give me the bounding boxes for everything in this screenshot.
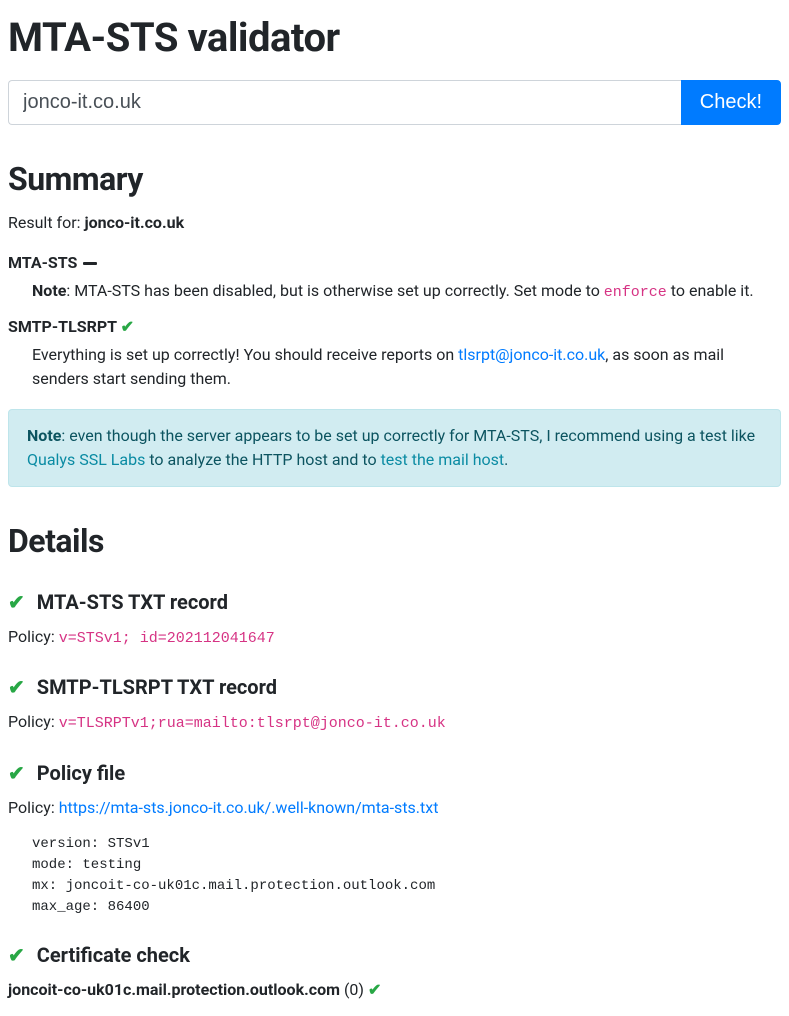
cert-host: joncoit-co-uk01c.mail.protection.outlook… [8, 980, 340, 999]
result-prefix: Result for: [8, 213, 84, 232]
test-mail-host-link[interactable]: test the mail host [381, 450, 505, 469]
details-heading: Details [8, 517, 781, 565]
qualys-link[interactable]: Qualys SSL Labs [27, 450, 145, 469]
detail-mtasts-txt-heading: ✔ MTA-STS TXT record [8, 587, 781, 617]
note-label: Note [32, 281, 66, 300]
policy-file-body: version: STSv1 mode: testing mx: joncoit… [32, 834, 781, 918]
check-button[interactable]: Check! [681, 80, 781, 125]
detail-tlsrpt-txt-title: SMTP-TLSRPT TXT record [37, 675, 277, 699]
summary-heading: Summary [8, 155, 781, 203]
tlsrpt-label-row: SMTP-TLSRPT ✔ [8, 315, 781, 339]
detail-cert-heading: ✔ Certificate check [8, 940, 781, 970]
mtasts-label-row: MTA-STS [8, 251, 781, 275]
policy-label: Policy: [8, 627, 59, 646]
alert-t3: . [504, 450, 508, 469]
detail-tlsrpt-txt-heading: ✔ SMTP-TLSRPT TXT record [8, 672, 781, 702]
result-domain: jonco-it.co.uk [84, 213, 184, 232]
check-icon: ✔ [368, 980, 381, 999]
detail-policy-file-title: Policy file [37, 761, 125, 785]
cert-host-line: joncoit-co-uk01c.mail.protection.outlook… [8, 978, 781, 1002]
policy-label: Policy: [8, 712, 59, 731]
tlsrpt-label: SMTP-TLSRPT [8, 317, 117, 336]
domain-input-group: Check! [8, 80, 781, 125]
check-icon: ✔ [8, 675, 25, 699]
page-title: MTA-STS validator [8, 8, 781, 68]
check-icon: ✔ [121, 317, 134, 336]
info-alert: Note: even though the server appears to … [8, 409, 781, 487]
tlsrpt-msg-before: Everything is set up correctly! You shou… [32, 345, 458, 364]
mtasts-note: Note: MTA-STS has been disabled, but is … [32, 279, 781, 305]
detail-policy-file-heading: ✔ Policy file [8, 758, 781, 788]
domain-input[interactable] [8, 80, 681, 125]
mtasts-txt-policy: Policy: v=STSv1; id=202112041647 [8, 625, 781, 651]
check-icon: ✔ [8, 761, 25, 785]
check-icon: ✔ [8, 590, 25, 614]
detail-cert-title: Certificate check [37, 943, 190, 967]
alert-t2: to analyze the HTTP host and to [145, 450, 380, 469]
check-icon: ✔ [8, 943, 25, 967]
tlsrpt-email-link[interactable]: tlsrpt@jonco-it.co.uk [458, 345, 605, 364]
policy-file-line: Policy: https://mta-sts.jonco-it.co.uk/.… [8, 796, 781, 820]
mtasts-label: MTA-STS [8, 253, 77, 272]
note-code: enforce [604, 284, 667, 301]
tlsrpt-txt-policy: Policy: v=TLSRPTv1;rua=mailto:tlsrpt@jon… [8, 710, 781, 736]
policy-value: v=STSv1; id=202112041647 [59, 630, 275, 647]
alert-t1: even though the server appears to be set… [69, 426, 755, 445]
policy-value: v=TLSRPTv1;rua=mailto:tlsrpt@jonco-it.co… [59, 715, 446, 732]
dash-icon [83, 262, 97, 265]
tlsrpt-msg: Everything is set up correctly! You shou… [32, 343, 781, 391]
alert-note-label: Note [27, 426, 61, 445]
detail-mtasts-txt-title: MTA-STS TXT record [37, 590, 228, 614]
result-line: Result for: jonco-it.co.uk [8, 211, 781, 235]
policy-file-link[interactable]: https://mta-sts.jonco-it.co.uk/.well-kno… [59, 798, 439, 817]
cert-count: (0) [340, 980, 368, 999]
note-before: MTA-STS has been disabled, but is otherw… [74, 281, 604, 300]
note-after: to enable it. [667, 281, 754, 300]
policy-label: Policy: [8, 798, 59, 817]
